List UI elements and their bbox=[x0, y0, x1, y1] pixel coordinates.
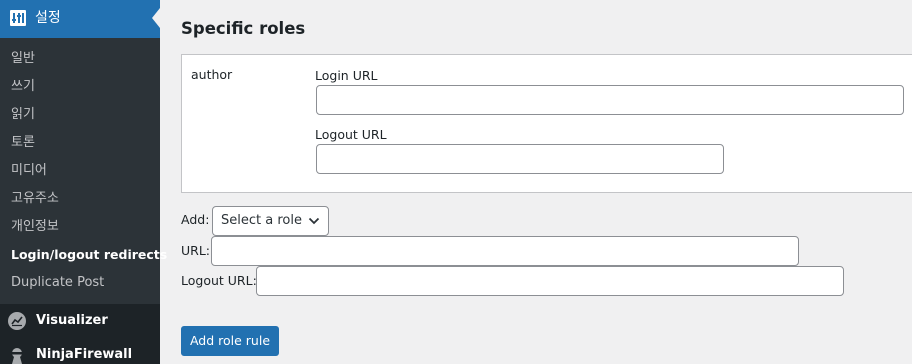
submenu-item-discussion[interactable]: 토론 bbox=[11, 135, 35, 151]
settings-submenu: 일반 쓰기 읽기 토론 미디어 고유주소 개인정보 Login/logout r… bbox=[0, 38, 167, 304]
menu-ninjafirewall[interactable]: NinjaFirewall bbox=[0, 340, 160, 364]
submenu-item-writing[interactable]: 쓰기 bbox=[11, 79, 35, 95]
role-name: author bbox=[191, 67, 233, 82]
submenu-item-login-logout-redirects[interactable]: Login/logout redirects bbox=[11, 247, 167, 263]
add-role-rule-button[interactable]: Add role rule bbox=[181, 326, 279, 356]
submenu-item-permalinks[interactable]: 고유주소 bbox=[11, 191, 59, 207]
menu-settings[interactable]: 설정 bbox=[0, 0, 160, 38]
role-login-url-input[interactable] bbox=[316, 85, 904, 115]
new-url-input[interactable] bbox=[211, 236, 799, 266]
ninja-icon bbox=[12, 348, 22, 364]
login-url-label: Login URL bbox=[315, 68, 378, 83]
role-select[interactable]: Select a role bbox=[212, 206, 329, 236]
chart-icon bbox=[8, 312, 26, 330]
submenu-item-duplicate-post[interactable]: Duplicate Post bbox=[11, 275, 104, 291]
chevron-down-icon bbox=[308, 217, 320, 225]
new-logout-url-label: Logout URL: bbox=[181, 273, 257, 288]
submenu-item-reading[interactable]: 읽기 bbox=[11, 107, 35, 123]
submenu-item-general[interactable]: 일반 bbox=[11, 51, 35, 67]
menu-ninjafirewall-label: NinjaFirewall bbox=[36, 347, 133, 362]
role-select-value: Select a role bbox=[221, 213, 302, 228]
add-label: Add: bbox=[181, 212, 210, 227]
current-menu-arrow bbox=[152, 8, 160, 28]
submenu-item-privacy[interactable]: 개인정보 bbox=[11, 219, 59, 235]
role-logout-url-input[interactable] bbox=[316, 144, 724, 174]
menu-visualizer-label: Visualizer bbox=[36, 313, 108, 328]
submenu-item-media[interactable]: 미디어 bbox=[11, 163, 47, 179]
url-label: URL: bbox=[181, 243, 211, 258]
settings-sliders-icon bbox=[10, 10, 26, 26]
logout-url-label: Logout URL bbox=[315, 127, 387, 142]
section-title-specific-roles: Specific roles bbox=[181, 19, 306, 38]
menu-visualizer[interactable]: Visualizer bbox=[0, 306, 160, 336]
admin-sidebar: 설정 일반 쓰기 읽기 토론 미디어 고유주소 개인정보 Login/logou… bbox=[0, 0, 167, 364]
menu-settings-label: 설정 bbox=[35, 10, 61, 26]
new-logout-url-input[interactable] bbox=[256, 266, 844, 296]
